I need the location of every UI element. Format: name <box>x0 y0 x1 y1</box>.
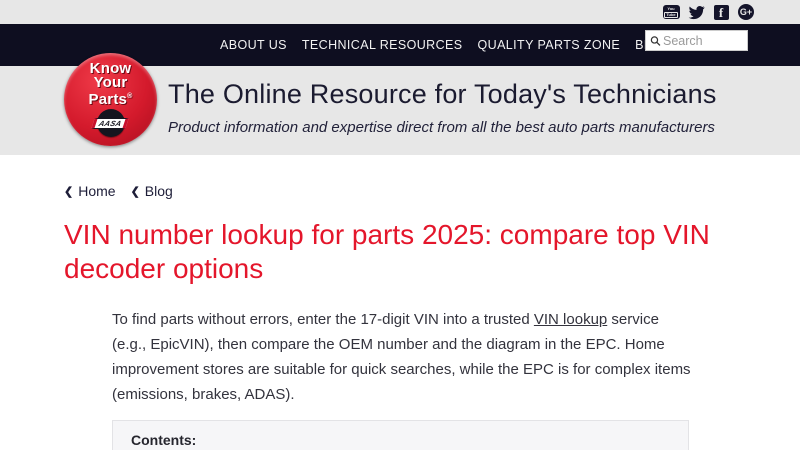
search-icon <box>650 35 661 46</box>
breadcrumb-home-link[interactable]: Home <box>78 183 115 199</box>
article-title: VIN number lookup for parts 2025: compar… <box>64 219 710 284</box>
breadcrumb: ❮ Home ❮ Blog <box>64 183 800 199</box>
contents-box: Contents: Quick Workflow Introduction to… <box>112 420 689 450</box>
aasa-badge-icon: AASA <box>91 109 130 137</box>
facebook-icon[interactable]: f <box>712 3 730 21</box>
vin-lookup-link[interactable]: VIN lookup <box>534 311 607 328</box>
site-tagline: Product information and expertise direct… <box>168 119 715 136</box>
know-your-parts-logo[interactable]: Know Your Parts® AASA <box>64 53 157 146</box>
nav-item-quality-parts-zone[interactable]: QUALITY PARTS ZONE <box>478 38 621 52</box>
site-title: The Online Resource for Today's Technici… <box>168 79 717 109</box>
nav-item-technical-resources[interactable]: TECHNICAL RESOURCES <box>302 38 463 52</box>
chevron-left-icon: ❮ <box>64 185 74 198</box>
contents-heading: Contents: <box>131 432 197 448</box>
article-intro: To find parts without errors, enter the … <box>112 311 691 403</box>
nav-item-about-us[interactable]: ABOUT US <box>220 38 287 52</box>
chevron-left-icon: ❮ <box>130 185 140 198</box>
youtube-icon[interactable]: You Tube <box>662 3 680 21</box>
search-box[interactable] <box>645 30 748 51</box>
twitter-icon[interactable] <box>687 3 705 21</box>
google-plus-icon[interactable]: G+ <box>737 3 755 21</box>
social-icons-group: You Tube f G+ <box>662 3 755 21</box>
breadcrumb-blog-link[interactable]: Blog <box>145 183 173 199</box>
top-social-bar: You Tube f G+ <box>0 0 800 24</box>
search-input[interactable] <box>663 33 743 48</box>
nav-links: ABOUT US TECHNICAL RESOURCES QUALITY PAR… <box>220 24 672 66</box>
